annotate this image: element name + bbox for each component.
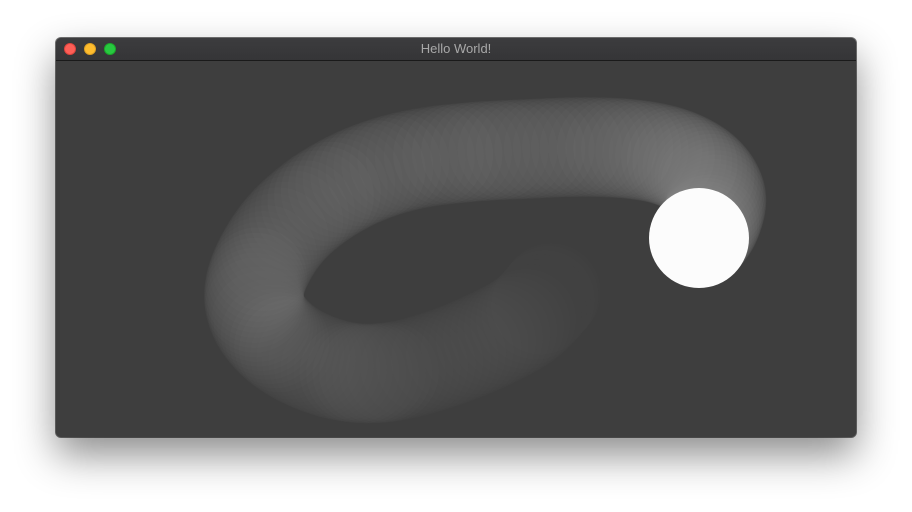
title-bar[interactable]: Hello World!	[56, 38, 856, 61]
trail-drawing	[207, 97, 767, 328]
app-window: Hello World!	[56, 38, 856, 437]
white-ball	[649, 188, 749, 288]
window-title: Hello World!	[420, 41, 492, 56]
drawing-canvas[interactable]	[56, 61, 856, 437]
